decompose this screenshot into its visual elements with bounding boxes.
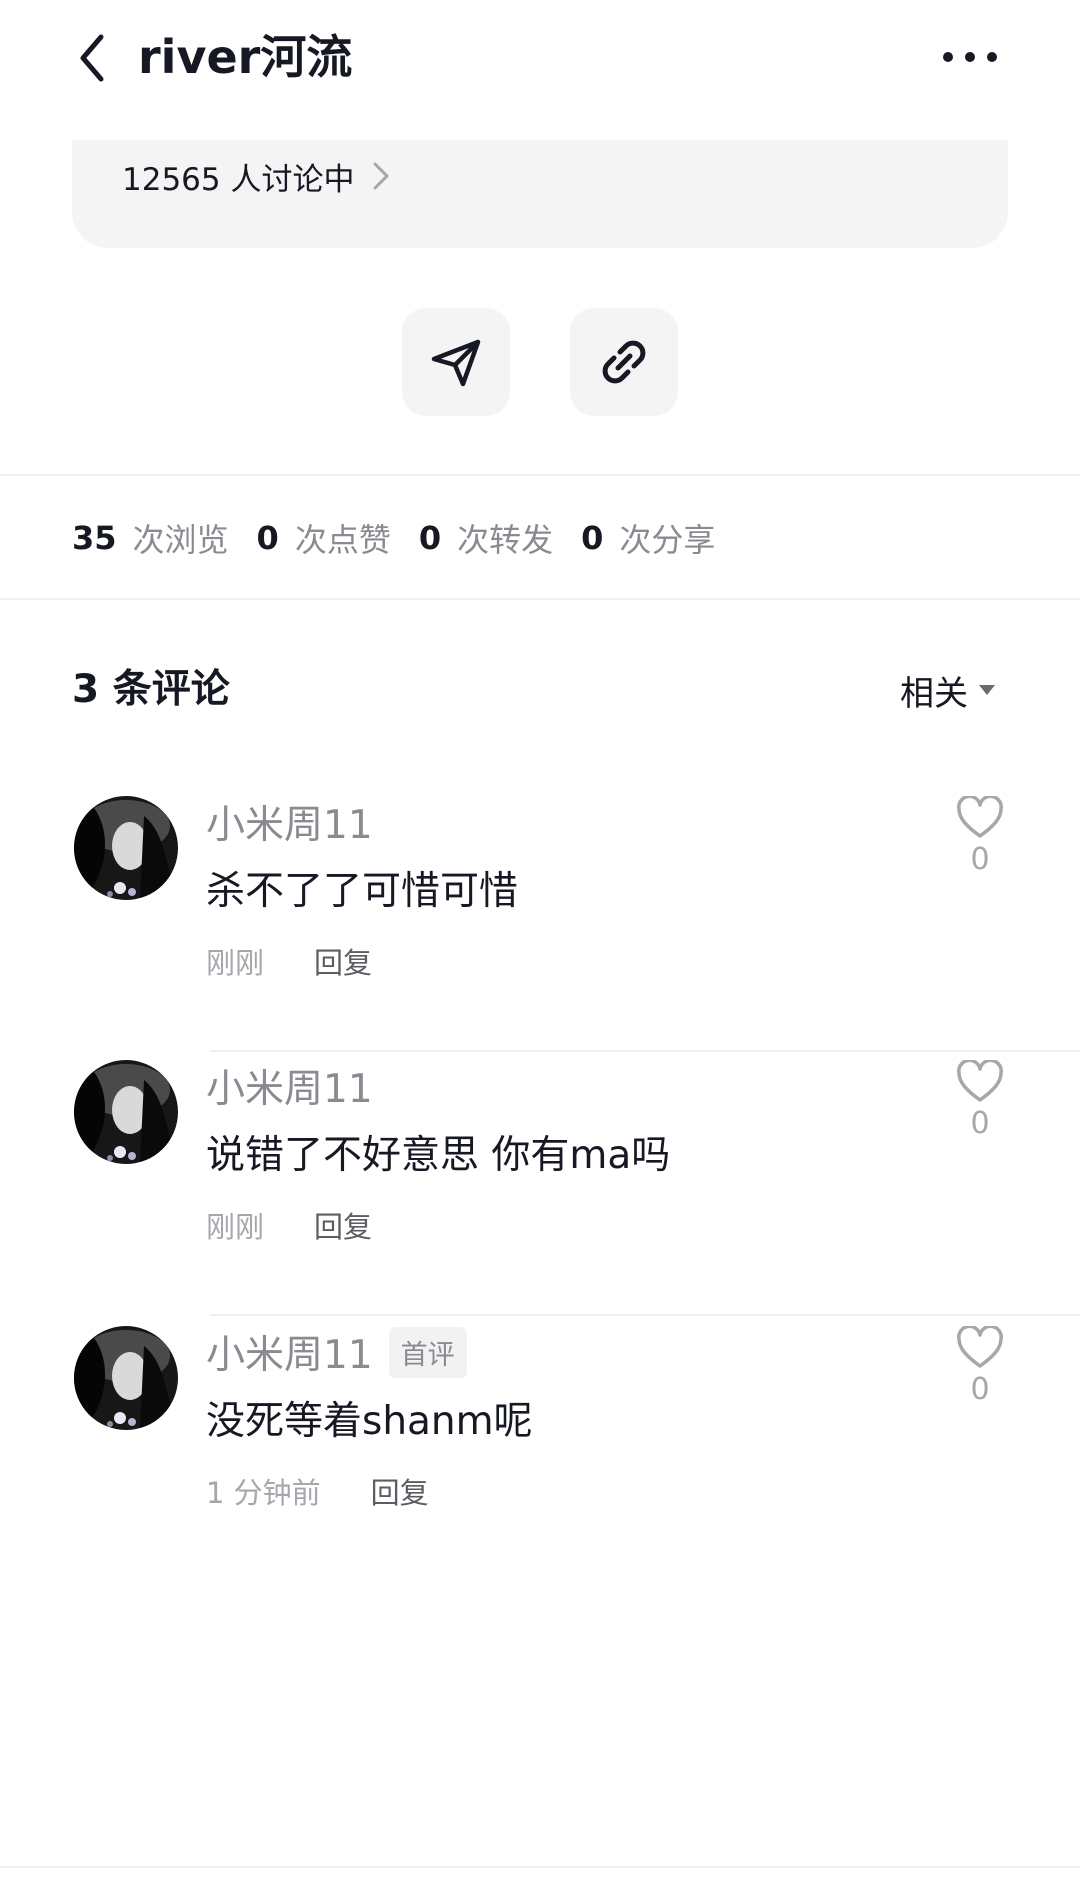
link-icon — [602, 340, 646, 384]
comment-meta: 刚刚 回复 — [206, 940, 372, 982]
reply-button[interactable]: 回复 — [371, 1470, 429, 1512]
like-count: 0 — [970, 1372, 990, 1407]
copy-link-button[interactable] — [570, 308, 678, 416]
avatar[interactable] — [74, 796, 178, 900]
heart-outline-icon — [957, 1060, 1003, 1102]
likes-count: 0 — [256, 519, 279, 557]
reply-button[interactable]: 回复 — [314, 1204, 372, 1246]
sort-dropdown[interactable]: 相关 — [900, 664, 996, 716]
comment-time: 1 分钟前 — [206, 1476, 321, 1510]
first-comment-badge: 首评 — [388, 1326, 467, 1378]
username[interactable]: 小米周11 — [206, 794, 373, 850]
heart-outline-icon — [957, 1326, 1003, 1368]
comment-item: 小米周11 杀不了了可惜可惜 刚刚 回复 0 — [0, 788, 1080, 1054]
like-button[interactable]: 0 — [952, 796, 1008, 877]
comment-text: 杀不了了可惜可惜 — [206, 869, 519, 914]
share-send-button[interactable] — [402, 308, 510, 416]
comment-user: 小米周11 — [206, 796, 373, 848]
stats-row: 35 次浏览 0 次点赞 0 次转发 0 次分享 — [72, 510, 743, 566]
avatar[interactable] — [74, 1060, 178, 1164]
like-count: 0 — [970, 842, 990, 877]
discussion-card: 12565 人讨论中 — [72, 140, 1008, 248]
caret-down-icon — [979, 685, 995, 695]
reposts-label: 次转发 — [457, 521, 554, 559]
username[interactable]: 小米周11 — [206, 1324, 373, 1380]
sort-label: 相关 — [900, 673, 968, 714]
comments-count-title: 3 条评论 — [72, 667, 230, 712]
comment-meta: 1 分钟前 回复 — [206, 1470, 429, 1512]
comment-user: 小米周11 首评 — [206, 1326, 467, 1378]
chevron-left-icon — [80, 34, 104, 82]
shares-label: 次分享 — [619, 521, 716, 559]
comment-user: 小米周11 — [206, 1060, 373, 1112]
comment-text: 没死等着shanm呢 — [206, 1399, 533, 1444]
discussion-link[interactable]: 12565 人讨论中 — [122, 150, 390, 202]
comment-text: 说错了不好意思 你有ma吗 — [206, 1133, 671, 1178]
username[interactable]: 小米周11 — [206, 1058, 373, 1114]
like-button[interactable]: 0 — [952, 1060, 1008, 1141]
heart-outline-icon — [957, 796, 1003, 838]
more-button[interactable] — [940, 32, 1000, 82]
page-title: river河流 — [138, 30, 353, 84]
reposts-count: 0 — [418, 519, 442, 557]
comment-item: 小米周11 首评 没死等着shanm呢 1 分钟前 回复 0 — [0, 1318, 1080, 1584]
paper-plane-icon — [431, 339, 481, 387]
chevron-right-icon — [373, 162, 389, 190]
divider — [0, 598, 1080, 600]
comment-item: 小米周11 说错了不好意思 你有ma吗 刚刚 回复 0 — [0, 1052, 1080, 1318]
back-button[interactable] — [66, 28, 118, 88]
more-dots-icon — [943, 52, 997, 62]
avatar[interactable] — [74, 1326, 178, 1430]
like-button[interactable]: 0 — [952, 1326, 1008, 1407]
views-label: 次浏览 — [132, 521, 229, 559]
like-count: 0 — [970, 1106, 990, 1141]
comment-divider — [210, 1314, 1080, 1316]
discussion-count-text: 12565 人讨论中 — [122, 161, 355, 198]
comment-meta: 刚刚 回复 — [206, 1204, 372, 1246]
views-count: 35 — [72, 519, 117, 557]
bottom-divider — [0, 1866, 1080, 1868]
shares-count: 0 — [581, 519, 604, 557]
reply-button[interactable]: 回复 — [314, 940, 372, 982]
likes-label: 次点赞 — [294, 521, 391, 559]
comment-time: 刚刚 — [206, 946, 265, 980]
comment-time: 刚刚 — [206, 1210, 265, 1244]
divider — [0, 474, 1080, 476]
